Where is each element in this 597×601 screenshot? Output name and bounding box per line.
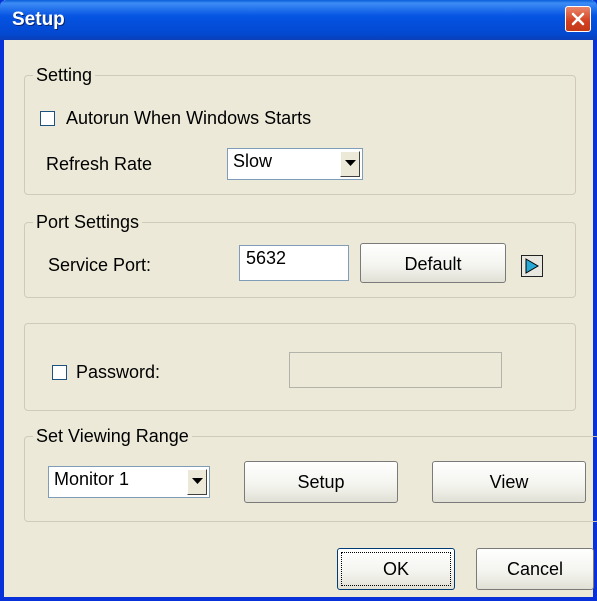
ok-button[interactable]: OK [337,548,455,590]
password-checkbox[interactable] [52,365,67,380]
play-button[interactable] [521,255,543,277]
default-button[interactable]: Default [360,243,506,283]
view-button[interactable]: View [432,461,586,503]
cancel-button-label: Cancel [506,559,564,579]
password-label[interactable]: Password: [76,362,160,383]
cancel-button[interactable]: Cancel [476,548,594,590]
setting-legend: Setting [36,65,93,85]
monitor-value: Monitor 1 [54,469,130,489]
dropdown-arrow-icon [192,478,203,484]
service-port-input[interactable]: 5632 [239,245,349,281]
monitor-dropdown-button[interactable] [187,469,207,495]
refresh-rate-label: Refresh Rate [46,154,153,174]
title-bar[interactable]: Setup [0,0,597,40]
autorun-label[interactable]: Autorun When Windows Starts [66,108,311,129]
service-port-label: Service Port: [48,255,152,275]
viewing-range-legend: Set Viewing Range [36,426,189,446]
refresh-rate-select[interactable]: Slow [227,148,363,180]
dropdown-arrow-icon [345,160,356,166]
view-button-label: View [489,472,529,492]
setup-button-label: Setup [297,472,345,492]
port-settings-legend: Port Settings [36,212,140,232]
refresh-rate-value: Slow [233,151,273,171]
close-button[interactable] [565,6,591,32]
close-icon [571,12,585,26]
autorun-checkbox[interactable] [40,111,55,126]
window-title: Setup [12,9,65,30]
monitor-select[interactable]: Monitor 1 [48,466,210,498]
play-icon [525,258,539,274]
password-input[interactable] [289,352,502,388]
setup-dialog: Setup Setting Autorun When Windows Start… [0,0,597,601]
default-button-label: Default [404,254,462,274]
dropdown-button[interactable] [340,151,360,177]
setup-button[interactable]: Setup [244,461,398,503]
focus-ring [341,552,451,586]
